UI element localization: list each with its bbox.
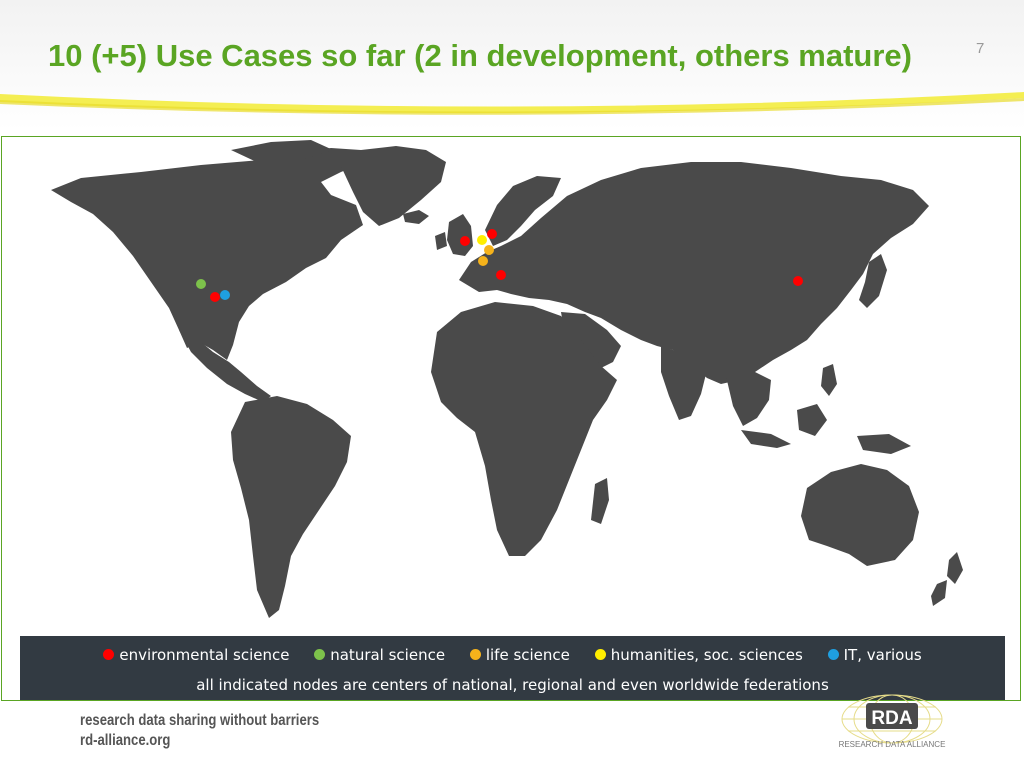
legend-label: IT, various — [843, 646, 922, 664]
legend-item-life: life science — [469, 646, 570, 664]
header-swoosh — [0, 92, 1024, 115]
legend-dot-icon — [594, 649, 606, 660]
land-madagascar — [591, 478, 609, 524]
land-indochina — [725, 370, 771, 426]
land-british-isles — [447, 214, 473, 256]
marker-environmental-usa-east — [210, 292, 220, 302]
land-indonesia — [741, 430, 791, 448]
slide-number: 7 — [976, 40, 985, 57]
legend-dot-icon — [469, 649, 481, 660]
legend-item-environmental: environmental science — [103, 646, 289, 664]
slide-header: 10 (+5) Use Cases so far (2 in developme… — [0, 0, 1024, 130]
legend-label: humanities, soc. sciences — [610, 646, 803, 664]
land-borneo — [797, 404, 827, 436]
land-australia — [801, 464, 919, 566]
rda-logo-text: RDA — [871, 708, 912, 729]
marker-environmental-italy — [496, 270, 506, 280]
world-map — [51, 140, 963, 618]
footer-tagline-block: research data sharing without barriers r… — [80, 711, 319, 751]
legend-item-humanities: humanities, soc. sciences — [594, 646, 803, 664]
marker-environmental-uk — [460, 236, 470, 246]
legend-dot-icon — [827, 649, 839, 660]
marker-environmental-china — [793, 276, 803, 286]
land-new-zealand — [947, 552, 963, 584]
footer-url: rd-alliance.org — [80, 732, 171, 749]
land-new-guinea — [857, 434, 911, 454]
land-north-america — [51, 148, 366, 360]
footer-tagline: research data sharing without barriers — [80, 712, 320, 729]
slide-title: 10 (+5) Use Cases so far (2 in developme… — [48, 38, 912, 73]
marker-environmental-germany-north — [487, 229, 497, 239]
marker-life-france — [478, 256, 488, 266]
marker-life-germany — [484, 245, 494, 255]
legend-panel: environmental science natural science li… — [20, 636, 1005, 700]
legend-label: environmental science — [119, 646, 290, 664]
land-south-america — [231, 396, 351, 618]
land-ireland — [435, 232, 447, 250]
legend-item-it: IT, various — [827, 646, 922, 664]
land-iceland — [403, 210, 429, 224]
legend-note: all indicated nodes are centers of natio… — [196, 676, 829, 694]
marker-humanities-netherlands — [477, 235, 487, 245]
marker-it-usa — [220, 290, 230, 300]
legend-label: natural science — [330, 646, 446, 664]
legend-items: environmental science natural science li… — [20, 646, 1005, 664]
world-map-frame — [1, 136, 1021, 701]
rda-logo-caption: RESEARCH DATA ALLIANCE — [838, 740, 946, 749]
legend-item-natural: natural science — [314, 646, 445, 664]
marker-natural-usa — [196, 279, 206, 289]
land-philippines — [821, 364, 837, 396]
legend-label: life science — [485, 646, 570, 664]
legend-dot-icon — [314, 649, 326, 660]
legend-dot-icon — [103, 649, 115, 660]
land-new-zealand-south — [931, 580, 947, 606]
